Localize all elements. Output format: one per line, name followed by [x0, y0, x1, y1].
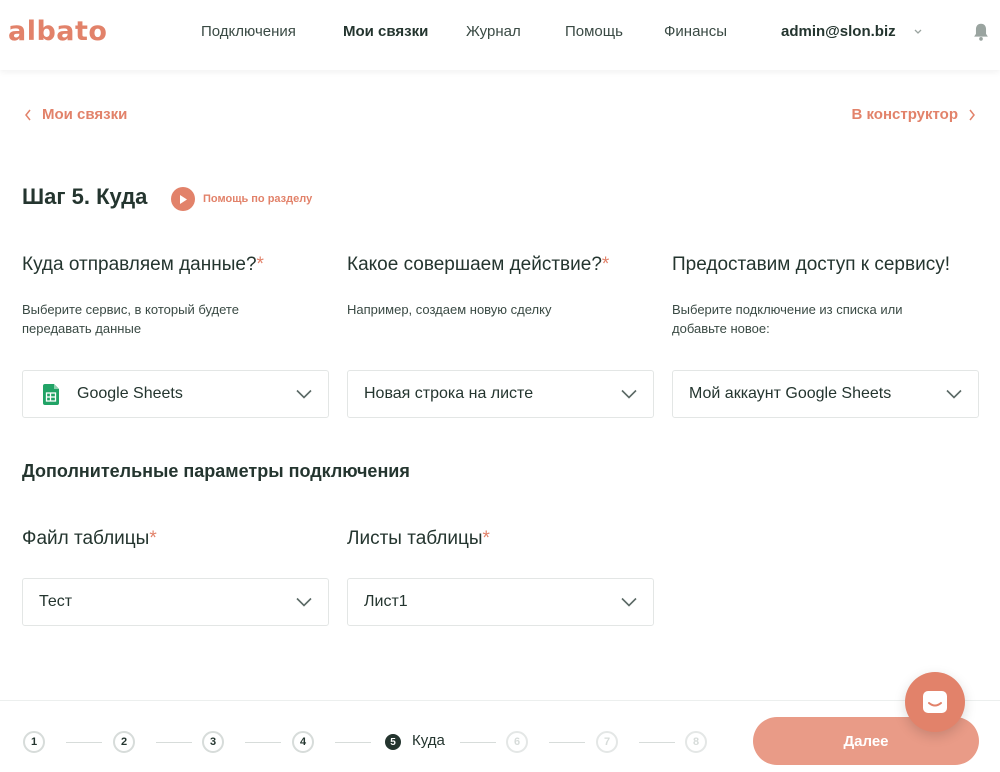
nav-help[interactable]: Помощь: [565, 23, 623, 40]
service-select-value: Google Sheets: [77, 385, 183, 402]
user-menu[interactable]: admin@slon.biz: [781, 23, 896, 40]
question-destination: Куда отправляем данные?*: [22, 254, 264, 275]
chat-widget-button[interactable]: [905, 672, 965, 732]
step-1-indicator[interactable]: 1: [23, 731, 45, 753]
forward-link-label: В конструктор: [851, 106, 958, 123]
step-connector: [156, 742, 192, 743]
wizard-footer: 1 2 3 4 5 Куда 6 7 8 Далее: [0, 700, 1000, 772]
google-sheets-icon: [43, 383, 59, 405]
back-link-label: Мои связки: [42, 106, 128, 123]
question-access: Предоставим доступ к сервису!: [672, 254, 950, 275]
chevron-right-icon: [969, 109, 975, 120]
action-select[interactable]: Новая строка на листе: [347, 370, 654, 418]
chevron-down-icon[interactable]: [912, 25, 924, 37]
nav-finances[interactable]: Финансы: [664, 23, 727, 40]
chevron-down-icon: [621, 597, 637, 607]
step-connector: [335, 742, 371, 743]
current-step-label: Куда: [412, 732, 445, 749]
chat-icon: [923, 691, 947, 713]
chevron-down-icon: [296, 597, 312, 607]
hint-access: Выберите подключение из списка или добав…: [672, 302, 903, 336]
step-8-indicator: 8: [685, 731, 707, 753]
help-label: Помощь по разделу: [203, 193, 313, 205]
play-icon: [171, 187, 195, 211]
action-select-value: Новая строка на листе: [364, 385, 534, 402]
required-mark: *: [149, 528, 157, 549]
step-5-indicator: 5: [385, 734, 401, 750]
hint-destination: Выберите сервис, в который будете переда…: [22, 302, 239, 336]
step-connector: [66, 742, 102, 743]
step-3-indicator[interactable]: 3: [202, 731, 224, 753]
nav-journal[interactable]: Журнал: [466, 23, 521, 40]
step-connector: [549, 742, 585, 743]
extra-params-title: Дополнительные параметры подключения: [22, 461, 410, 481]
section-help-link[interactable]: Помощь по разделу: [171, 187, 312, 211]
question-action: Какое совершаем действие?*: [347, 254, 610, 275]
hint-action: Например, создаем новую сделку: [347, 302, 552, 317]
required-mark: *: [482, 528, 490, 549]
step-connector: [639, 742, 675, 743]
step-2-indicator[interactable]: 2: [113, 731, 135, 753]
step-7-indicator: 7: [596, 731, 618, 753]
albato-logo[interactable]: albato: [8, 16, 107, 47]
to-constructor-link[interactable]: В конструктор: [851, 106, 976, 123]
spreadsheet-file-value: Тест: [39, 593, 73, 610]
nav-connections[interactable]: Подключения: [201, 23, 296, 40]
step-connector: [245, 742, 281, 743]
step-4-indicator[interactable]: 4: [292, 731, 314, 753]
label-sheets: Листы таблицы*: [347, 528, 490, 549]
step-6-indicator: 6: [506, 731, 528, 753]
chevron-down-icon: [946, 389, 962, 399]
sheet-value: Лист1: [364, 593, 408, 610]
chevron-down-icon: [296, 389, 312, 399]
connection-select[interactable]: Мой аккаунт Google Sheets: [672, 370, 979, 418]
sheet-select[interactable]: Лист1: [347, 578, 654, 626]
spreadsheet-file-select[interactable]: Тест: [22, 578, 329, 626]
chevron-down-icon: [621, 389, 637, 399]
label-spreadsheet-file: Файл таблицы*: [22, 528, 157, 549]
back-to-bundles-link[interactable]: Мои связки: [24, 106, 127, 123]
required-mark: *: [601, 254, 610, 275]
chevron-left-icon: [25, 109, 31, 120]
step-title: Шаг 5. Куда: [22, 184, 148, 209]
nav-my-bundles[interactable]: Мои связки: [343, 23, 428, 40]
connection-select-value: Мой аккаунт Google Sheets: [689, 385, 892, 402]
service-select[interactable]: Google Sheets: [22, 370, 329, 418]
top-header: albato Подключения Мои связки Журнал Пом…: [0, 0, 1000, 70]
step-connector: [460, 742, 496, 743]
bell-icon[interactable]: [970, 21, 992, 43]
required-mark: *: [256, 254, 264, 275]
